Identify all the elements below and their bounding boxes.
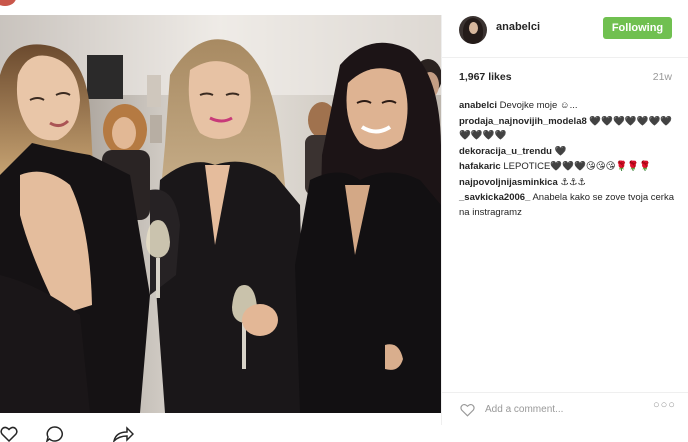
comment-username[interactable]: dekoracija_u_trendu: [459, 146, 552, 157]
post-age[interactable]: 21w: [653, 71, 672, 83]
heart-icon[interactable]: [0, 426, 18, 442]
comment-item: hafakaric LEPOTICE🖤🖤🖤😘😘😘🌹🌹🌹: [459, 160, 674, 175]
comment-username[interactable]: hafakaric: [459, 161, 501, 172]
add-comment-bar: ○○○: [442, 392, 688, 426]
share-icon[interactable]: [112, 426, 134, 442]
comment-item: _savkicka2006_ Anabela kako se zove tvoj…: [459, 191, 674, 220]
comment-item: prodaja_najnovijih_modela8 🖤🖤🖤🖤🖤🖤🖤🖤🖤🖤🖤: [459, 115, 674, 144]
comment-text: LEPOTICE🖤🖤🖤😘😘😘🌹🌹🌹: [503, 161, 652, 172]
post-photo[interactable]: [0, 15, 441, 413]
comment-item: anabelci Devojke moje ☺...: [459, 99, 674, 114]
more-options-icon[interactable]: ○○○: [653, 399, 676, 411]
author-username[interactable]: anabelci: [496, 21, 540, 33]
comment-username[interactable]: najpovoljnijasminkica: [459, 177, 558, 188]
likes-row: 1,967 likes 21w: [459, 71, 672, 83]
comment-icon[interactable]: [46, 426, 64, 442]
post-header: anabelci Following: [442, 15, 688, 58]
add-comment-input[interactable]: [485, 401, 635, 417]
comment-text: Devojke moje ☺...: [499, 100, 578, 111]
comment-username[interactable]: anabelci: [459, 100, 497, 111]
avatar[interactable]: [459, 16, 487, 44]
comment-username[interactable]: prodaja_najnovijih_modela8: [459, 116, 587, 127]
comment-text: 🖤: [554, 145, 567, 157]
comment-text: ⚓⚓⚓: [560, 176, 586, 188]
avatar-fragment: [0, 0, 16, 6]
comment-item: najpovoljnijasminkica ⚓⚓⚓: [459, 176, 674, 191]
following-button[interactable]: Following: [603, 17, 672, 39]
comment-item: dekoracija_u_trendu 🖤: [459, 145, 674, 160]
comments-list: anabelci Devojke moje ☺... prodaja_najno…: [459, 99, 674, 221]
likes-count[interactable]: 1,967 likes: [459, 71, 512, 83]
post-actions: [0, 420, 160, 442]
post-side-panel: anabelci Following 1,967 likes 21w anabe…: [441, 15, 688, 425]
party-photo-illustration: [0, 15, 441, 413]
comment-username[interactable]: _savkicka2006_: [459, 192, 530, 203]
like-heart-icon[interactable]: [460, 403, 475, 417]
